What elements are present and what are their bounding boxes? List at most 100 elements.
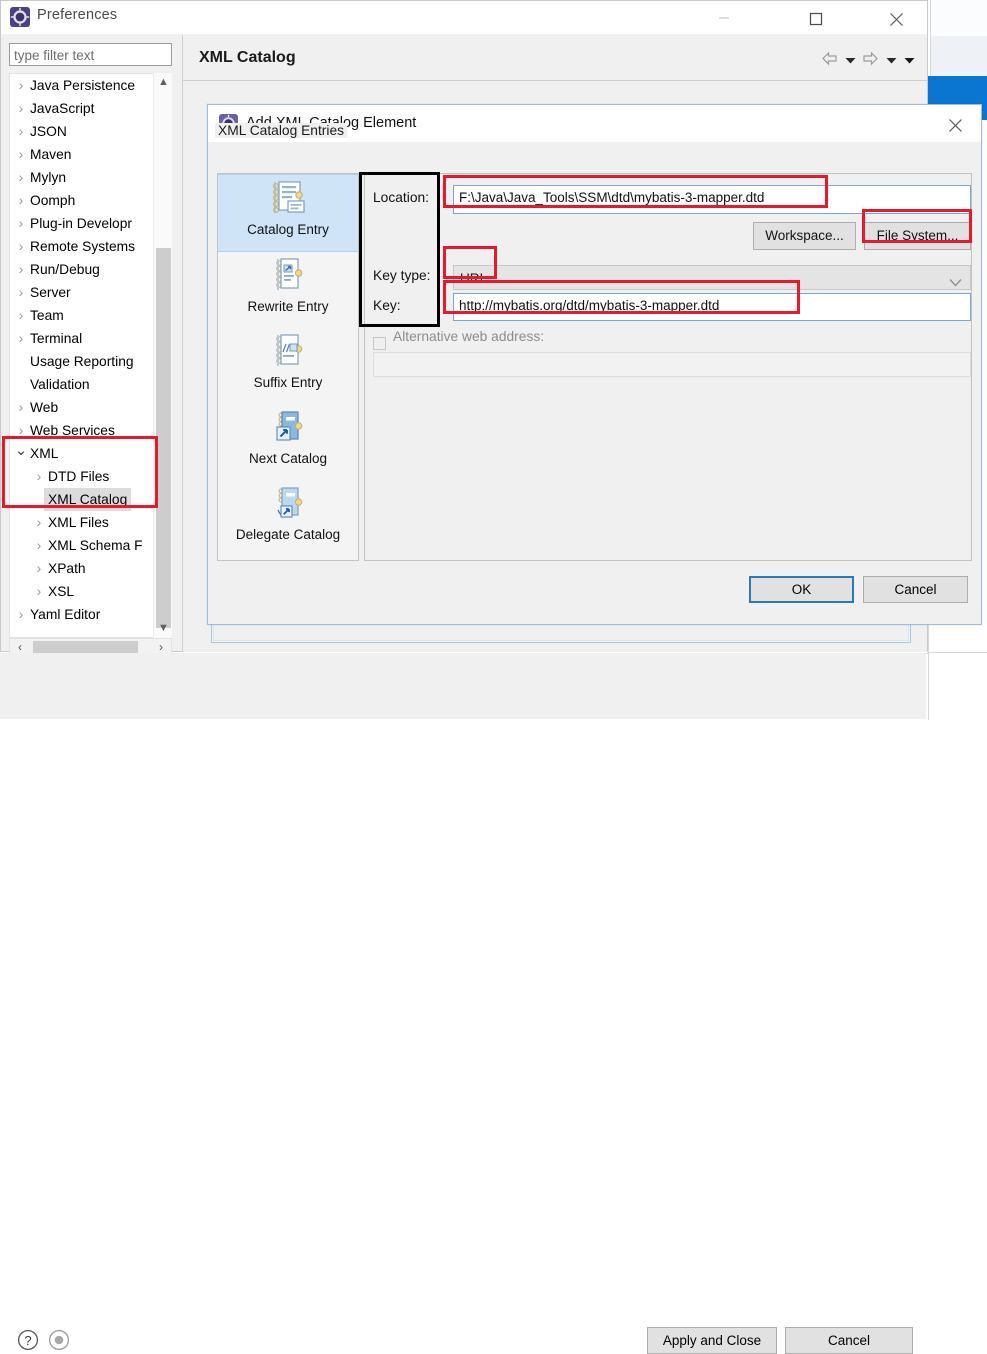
- help-question-icon[interactable]: ?: [17, 1329, 39, 1354]
- chevron-right-icon[interactable]: ›: [14, 212, 28, 235]
- chevron-right-icon[interactable]: ›: [32, 465, 46, 488]
- entry-type-suffix-entry[interactable]: Suffix Entry: [218, 328, 358, 404]
- tree-item-javascript[interactable]: › JavaScript: [10, 97, 171, 120]
- key-input[interactable]: http://mybatis.org/dtd/mybatis-3-mapper.…: [453, 293, 971, 321]
- tree-item-java-persistence[interactable]: › Java Persistence: [10, 74, 171, 97]
- tree-item-xml-files[interactable]: › XML Files: [10, 511, 171, 534]
- tree-item-usage-reporting[interactable]: Usage Reporting: [10, 350, 171, 373]
- entry-type-delegate-catalog[interactable]: Delegate Catalog: [218, 480, 358, 556]
- filter-input[interactable]: type filter text: [9, 43, 172, 66]
- tree-item-oomph[interactable]: › Oomph: [10, 189, 171, 212]
- entry-type-next-catalog[interactable]: Next Catalog: [218, 404, 358, 480]
- tree-item-label: XPath: [48, 561, 86, 576]
- chevron-right-icon[interactable]: ›: [32, 580, 46, 603]
- tree-item-xpath[interactable]: › XPath: [10, 557, 171, 580]
- tree-item-server[interactable]: › Server: [10, 281, 171, 304]
- chevron-right-icon[interactable]: ›: [14, 281, 28, 304]
- tree-item-label: XML Catalog: [44, 488, 132, 511]
- file-system-button[interactable]: File System...: [864, 222, 971, 250]
- tree-item-label: JavaScript: [30, 101, 95, 116]
- chevron-right-icon[interactable]: ›: [14, 258, 28, 281]
- chevron-right-icon[interactable]: ›: [14, 120, 28, 143]
- back-arrow-icon[interactable]: [821, 51, 838, 69]
- entry-type-rewrite-entry[interactable]: Rewrite Entry: [218, 252, 358, 328]
- tree-item-label: XML Files: [48, 515, 109, 530]
- chevron-right-icon[interactable]: ›: [14, 304, 28, 327]
- tree-vertical-scrollbar[interactable]: ▲ ▼: [153, 73, 172, 638]
- chevron-right-icon[interactable]: ›: [14, 166, 28, 189]
- tree-item-plug-in-developr[interactable]: › Plug-in Developr: [10, 212, 171, 235]
- workspace-button[interactable]: Workspace...: [753, 222, 856, 250]
- preferences-tree[interactable]: › Java Persistence › JavaScript › JSON › Maven ›…: [9, 73, 172, 638]
- page-header-divider: [183, 80, 927, 81]
- chevron-right-icon[interactable]: ›: [14, 189, 28, 212]
- dialog-cancel-button[interactable]: Cancel: [863, 576, 968, 603]
- location-input[interactable]: F:\Java\Java_Tools\SSM\dtd\mybatis-3-map…: [453, 185, 971, 214]
- chevron-right-icon[interactable]: ›: [14, 235, 28, 258]
- tree-item-yaml-editor[interactable]: › Yaml Editor: [10, 603, 171, 626]
- dialog-close-icon[interactable]: [935, 109, 975, 139]
- chevron-right-icon[interactable]: ›: [14, 396, 28, 419]
- background-window-titlebar: [930, 0, 987, 36]
- key-label: Key:: [373, 298, 401, 313]
- alternative-web-address-checkbox[interactable]: [373, 337, 386, 350]
- preferences-cancel-button[interactable]: Cancel: [785, 1327, 913, 1354]
- delegate-catalog-icon: [218, 484, 358, 526]
- tree-scroll-thumb[interactable]: [156, 248, 171, 628]
- tree-item-remote-systems[interactable]: › Remote Systems: [10, 235, 171, 258]
- tree-item-mylyn[interactable]: › Mylyn: [10, 166, 171, 189]
- chevron-right-icon[interactable]: ›: [14, 603, 28, 626]
- preferences-title: Preferences: [37, 7, 118, 23]
- entry-type-label: Delegate Catalog: [235, 527, 341, 542]
- key-type-select[interactable]: URI: [453, 265, 971, 290]
- tree-item-dtd-files[interactable]: › DTD Files: [10, 465, 171, 488]
- view-menu-chevron-down-icon[interactable]: [904, 53, 915, 68]
- chevron-right-icon[interactable]: ›: [32, 534, 46, 557]
- tree-item-xml-catalog[interactable]: XML Catalog: [10, 488, 171, 511]
- tree-item-label: Run/Debug: [30, 262, 100, 277]
- tree-item-label: Mylyn: [30, 170, 67, 185]
- entry-type-label: Next Catalog: [248, 451, 328, 466]
- entry-type-catalog-entry[interactable]: Catalog Entry: [218, 174, 358, 252]
- tree-item-label: Oomph: [30, 193, 76, 208]
- target-dot-icon[interactable]: [48, 1329, 70, 1354]
- tree-item-run-debug[interactable]: › Run/Debug: [10, 258, 171, 281]
- chevron-right-icon[interactable]: ›: [32, 557, 46, 580]
- scroll-down-icon[interactable]: ▼: [154, 619, 173, 638]
- dialog-body: Catalog Entry Rewrite Entry Suffix Entry Ne…: [208, 142, 981, 624]
- tree-item-validation[interactable]: Validation: [10, 373, 171, 396]
- tree-item-label: Web Services: [30, 423, 115, 438]
- minimize-button[interactable]: [701, 1, 747, 34]
- forward-menu-chevron-down-icon[interactable]: [886, 53, 897, 68]
- alternative-web-address-input[interactable]: [373, 352, 971, 377]
- dialog-ok-button[interactable]: OK: [749, 576, 854, 603]
- tree-item-label: DTD Files: [48, 469, 110, 484]
- apply-and-close-button[interactable]: Apply and Close: [647, 1327, 777, 1354]
- chevron-right-icon[interactable]: ›: [14, 419, 28, 442]
- tree-item-json[interactable]: › JSON: [10, 120, 171, 143]
- tree-item-web[interactable]: › Web: [10, 396, 171, 419]
- tree-item-maven[interactable]: › Maven: [10, 143, 171, 166]
- maximize-button[interactable]: [793, 1, 839, 34]
- tree-item-xsl[interactable]: › XSL: [10, 580, 171, 603]
- tree-item-xml[interactable]: ⌄ XML: [10, 442, 171, 465]
- chevron-down-icon[interactable]: ⌄: [14, 442, 28, 459]
- chevron-right-icon[interactable]: ›: [14, 143, 28, 166]
- tree-item-terminal[interactable]: › Terminal: [10, 327, 171, 350]
- tree-item-team[interactable]: › Team: [10, 304, 171, 327]
- chevron-right-icon[interactable]: ›: [14, 74, 28, 97]
- back-menu-chevron-down-icon[interactable]: [845, 53, 856, 68]
- catalog-entry-form: Location: F:\Java\Java_Tools\SSM\dtd\myb…: [364, 173, 972, 561]
- tree-item-label: Yaml Editor: [30, 607, 101, 622]
- forward-arrow-icon[interactable]: [862, 51, 879, 69]
- tree-item-web-services[interactable]: › Web Services: [10, 419, 171, 442]
- chevron-down-icon: [949, 273, 962, 292]
- entry-type-list[interactable]: Catalog Entry Rewrite Entry Suffix Entry Ne…: [217, 173, 359, 561]
- chevron-right-icon[interactable]: ›: [32, 511, 46, 534]
- background-window-divider: [928, 652, 987, 653]
- close-icon[interactable]: [873, 1, 919, 34]
- chevron-right-icon[interactable]: ›: [14, 327, 28, 350]
- tree-item-xml-schema-f[interactable]: › XML Schema F: [10, 534, 171, 557]
- scroll-up-icon[interactable]: ▲: [154, 73, 173, 92]
- chevron-right-icon[interactable]: ›: [14, 97, 28, 120]
